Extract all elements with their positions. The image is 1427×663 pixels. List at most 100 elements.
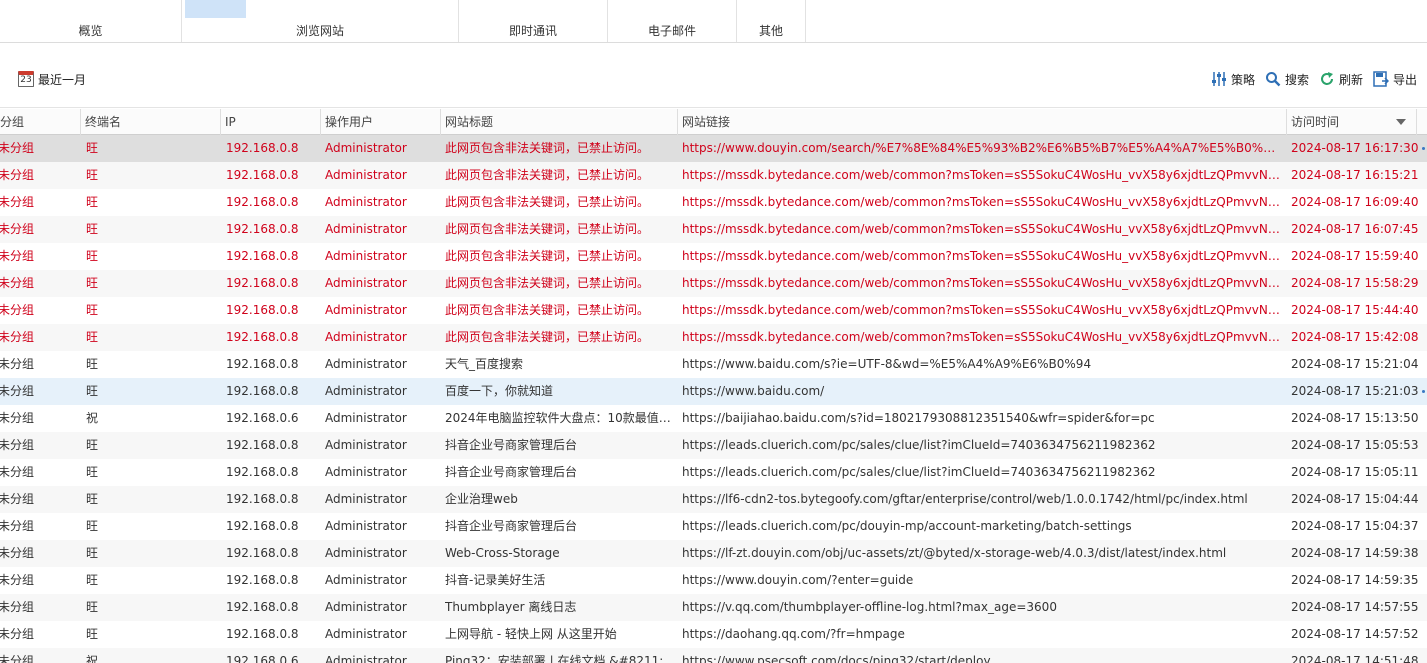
search-button[interactable]: 搜索 bbox=[1265, 71, 1309, 88]
table-row[interactable]: 未分组 旺 192.168.0.8 Administrator Thumbplayer … bbox=[0, 594, 1427, 621]
cell-user: Administrator bbox=[325, 546, 407, 560]
table-row[interactable]: 未分组 旺 192.168.0.8 Administrator 此网页包含非法关键词，已… bbox=[0, 162, 1427, 189]
cell-site-url: https://www.psecsoft.com/docs/ping32/sta… bbox=[682, 654, 991, 663]
cell-site-title: 抖音企业号商家管理后台 bbox=[445, 438, 578, 452]
cell-ip: 192.168.0.8 bbox=[226, 492, 299, 506]
cell-site-url: https://lf6-cdn2-tos.bytegoofy.com/gftar… bbox=[682, 492, 1248, 506]
cell-group: 未分组 bbox=[0, 249, 35, 263]
cell-group: 未分组 bbox=[0, 573, 35, 587]
table-row[interactable]: 未分组 旺 192.168.0.8 Administrator 抖音企业号商家管理后台 h… bbox=[0, 432, 1427, 459]
cell-visit-time: 2024-08-17 15:42:08 bbox=[1291, 330, 1419, 344]
cell-terminal: 旺 bbox=[86, 168, 99, 182]
table-row[interactable]: 未分组 旺 192.168.0.8 Administrator 百度一下，你就知道 htt… bbox=[0, 378, 1427, 405]
tab-other[interactable]: 其他 bbox=[737, 0, 806, 42]
cell-site-url: https://leads.cluerich.com/pc/sales/clue… bbox=[682, 465, 1156, 479]
cell-terminal: 旺 bbox=[86, 141, 99, 155]
cell-terminal: 旺 bbox=[86, 600, 99, 614]
table-row[interactable]: 未分组 旺 192.168.0.8 Administrator 此网页包含非法关键词，已… bbox=[0, 297, 1427, 324]
policy-button[interactable]: 策略 bbox=[1211, 71, 1255, 88]
cell-user: Administrator bbox=[325, 654, 407, 663]
cell-terminal: 旺 bbox=[86, 627, 99, 641]
table-row[interactable]: 未分组 旺 192.168.0.8 Administrator 此网页包含非法关键词，已… bbox=[0, 135, 1427, 162]
refresh-icon bbox=[1320, 72, 1333, 85]
export-icon bbox=[1373, 71, 1389, 87]
cell-site-title: Web-Cross-Storage bbox=[445, 546, 560, 560]
cell-visit-time: 2024-08-17 16:09:40 bbox=[1291, 195, 1419, 209]
cell-visit-time: 2024-08-17 15:58:29 bbox=[1291, 276, 1419, 290]
table-row[interactable]: 未分组 旺 192.168.0.8 Administrator 此网页包含非法关键词，已… bbox=[0, 270, 1427, 297]
cell-visit-time: 2024-08-17 15:13:50 bbox=[1291, 411, 1419, 425]
cell-group: 未分组 bbox=[0, 654, 35, 663]
column-header-ip[interactable]: IP bbox=[221, 109, 321, 135]
table-row[interactable]: 未分组 旺 192.168.0.8 Administrator 天气_百度搜索 https… bbox=[0, 351, 1427, 378]
tab-overview[interactable]: 概览 bbox=[0, 0, 182, 42]
table-row[interactable]: 未分组 旺 192.168.0.8 Administrator 此网页包含非法关键词，已… bbox=[0, 189, 1427, 216]
cell-site-title: 此网页包含非法关键词，已禁止访问。 bbox=[445, 222, 650, 236]
cell-group: 未分组 bbox=[0, 195, 35, 209]
cell-group: 未分组 bbox=[0, 438, 35, 452]
cell-group: 未分组 bbox=[0, 303, 35, 317]
cell-site-title: 天气_百度搜索 bbox=[445, 357, 524, 371]
column-header-terminal[interactable]: 终端名 bbox=[81, 109, 221, 135]
cell-group: 未分组 bbox=[0, 384, 35, 398]
search-label: 搜索 bbox=[1284, 72, 1309, 87]
date-range-label: 最近一月 bbox=[38, 72, 87, 87]
column-header-group[interactable]: 分组 bbox=[0, 109, 81, 135]
tab-other-label: 其他 bbox=[758, 24, 783, 38]
refresh-label: 刷新 bbox=[1338, 72, 1363, 87]
table-row[interactable]: 未分组 旺 192.168.0.8 Administrator 抖音企业号商家管理后台 h… bbox=[0, 459, 1427, 486]
cell-site-title: 此网页包含非法关键词，已禁止访问。 bbox=[445, 168, 650, 182]
cell-user: Administrator bbox=[325, 438, 407, 452]
tab-instant-messaging[interactable]: 即时通讯 bbox=[459, 0, 608, 42]
cell-group: 未分组 bbox=[0, 411, 35, 425]
cell-user: Administrator bbox=[325, 357, 407, 371]
refresh-button[interactable]: 刷新 bbox=[1319, 71, 1363, 88]
cell-site-url: https://mssdk.bytedance.com/web/common?m… bbox=[682, 330, 1280, 344]
web-visit-log-table: 分组 终端名 IP 操作用户 网站标题 网站链接 访问时间 未分组旺 192.16… bbox=[0, 109, 1427, 663]
cell-visit-time: 2024-08-17 15:05:11 bbox=[1291, 465, 1419, 479]
table-header: 分组 终端名 IP 操作用户 网站标题 网站链接 访问时间 bbox=[0, 109, 1427, 135]
cell-terminal: 祝 bbox=[86, 654, 99, 663]
table-row[interactable]: 未分组 旺 192.168.0.8 Administrator 此网页包含非法关键词，已… bbox=[0, 243, 1427, 270]
table-row[interactable]: 未分组 旺 192.168.0.8 Administrator 抖音企业号商家管理后台 h… bbox=[0, 513, 1427, 540]
cell-terminal: 祝 bbox=[86, 411, 99, 425]
cell-ip: 192.168.0.8 bbox=[226, 222, 299, 236]
cell-ip: 192.168.0.6 bbox=[226, 411, 299, 425]
cell-terminal: 旺 bbox=[86, 438, 99, 452]
cell-site-url: https://www.douyin.com/?enter=guide bbox=[682, 573, 914, 587]
table-row[interactable]: 未分组 祝 192.168.0.6 Administrator 2024年电脑监控软件大… bbox=[0, 405, 1427, 432]
date-range-selector[interactable]: 23 最近一月 bbox=[18, 70, 86, 88]
cell-user: Administrator bbox=[325, 195, 407, 209]
cell-ip: 192.168.0.8 bbox=[226, 357, 299, 371]
export-button[interactable]: 导出 bbox=[1373, 71, 1417, 88]
cell-terminal: 旺 bbox=[86, 519, 99, 533]
cell-visit-time: 2024-08-17 16:15:21 bbox=[1291, 168, 1419, 182]
tab-email[interactable]: 电子邮件 bbox=[608, 0, 737, 42]
cell-site-url: https://www.douyin.com/search/%E7%8E%84%… bbox=[682, 141, 1280, 155]
cell-user: Administrator bbox=[325, 573, 407, 587]
cell-site-title: 抖音企业号商家管理后台 bbox=[445, 465, 578, 479]
table-row[interactable]: 未分组 旺 192.168.0.8 Administrator 抖音-记录美好生活 htt… bbox=[0, 567, 1427, 594]
cell-site-title: 此网页包含非法关键词，已禁止访问。 bbox=[445, 276, 650, 290]
cell-ip: 192.168.0.8 bbox=[226, 303, 299, 317]
table-row[interactable]: 未分组 旺 192.168.0.8 Administrator Web-Cross-St… bbox=[0, 540, 1427, 567]
table-body: 未分组旺 192.168.0.8 Administrator 此网页包含非法关键词，已… bbox=[0, 135, 1427, 663]
table-row[interactable]: 未分组 旺 192.168.0.8 Administrator 此网页包含非法关键词，已… bbox=[0, 216, 1427, 243]
table-row[interactable]: 未分组 旺 192.168.0.8 Administrator 上网导航 - 轻快上网 … bbox=[0, 621, 1427, 648]
cell-visit-time: 2024-08-17 15:21:03 bbox=[1291, 384, 1419, 398]
cell-group: 未分组 bbox=[0, 627, 35, 641]
column-header-site-title[interactable]: 网站标题 bbox=[441, 109, 678, 135]
tab-browse-websites-label: 浏览网站 bbox=[295, 24, 344, 38]
cell-site-url: https://mssdk.bytedance.com/web/common?m… bbox=[682, 168, 1280, 182]
column-header-user[interactable]: 操作用户 bbox=[321, 109, 441, 135]
table-row[interactable]: 未分组 旺 192.168.0.8 Administrator 企业治理web https… bbox=[0, 486, 1427, 513]
cell-site-url: https://baijiahao.baidu.com/s?id=1802179… bbox=[682, 411, 1155, 425]
column-header-visit-time[interactable]: 访问时间 bbox=[1287, 109, 1417, 135]
table-row[interactable]: 未分组 旺 192.168.0.8 Administrator 此网页包含非法关键词，已… bbox=[0, 324, 1427, 351]
cell-user: Administrator bbox=[325, 384, 407, 398]
column-header-site-url[interactable]: 网站链接 bbox=[678, 109, 1287, 135]
tab-browse-websites[interactable]: 浏览网站 bbox=[182, 0, 459, 42]
table-row[interactable]: 未分组 祝 192.168.0.6 Administrator Ping32：安装部署 … bbox=[0, 648, 1427, 663]
cell-group: 未分组 bbox=[0, 519, 35, 533]
cell-terminal: 旺 bbox=[86, 357, 99, 371]
